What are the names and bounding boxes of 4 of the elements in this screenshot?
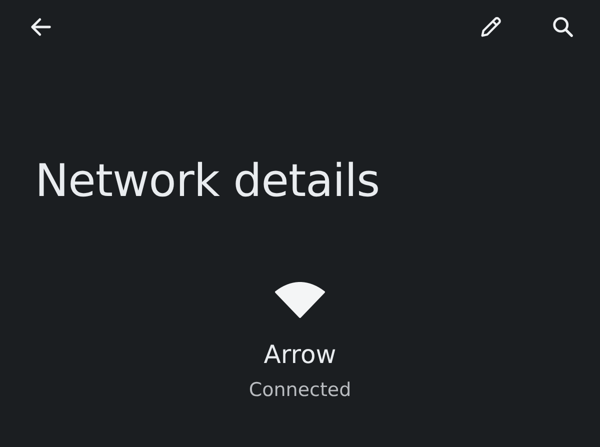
network-name: Arrow (264, 340, 336, 369)
page-title: Network details (35, 154, 381, 207)
wifi-icon (275, 282, 325, 318)
connection-status: Connected (248, 379, 352, 401)
